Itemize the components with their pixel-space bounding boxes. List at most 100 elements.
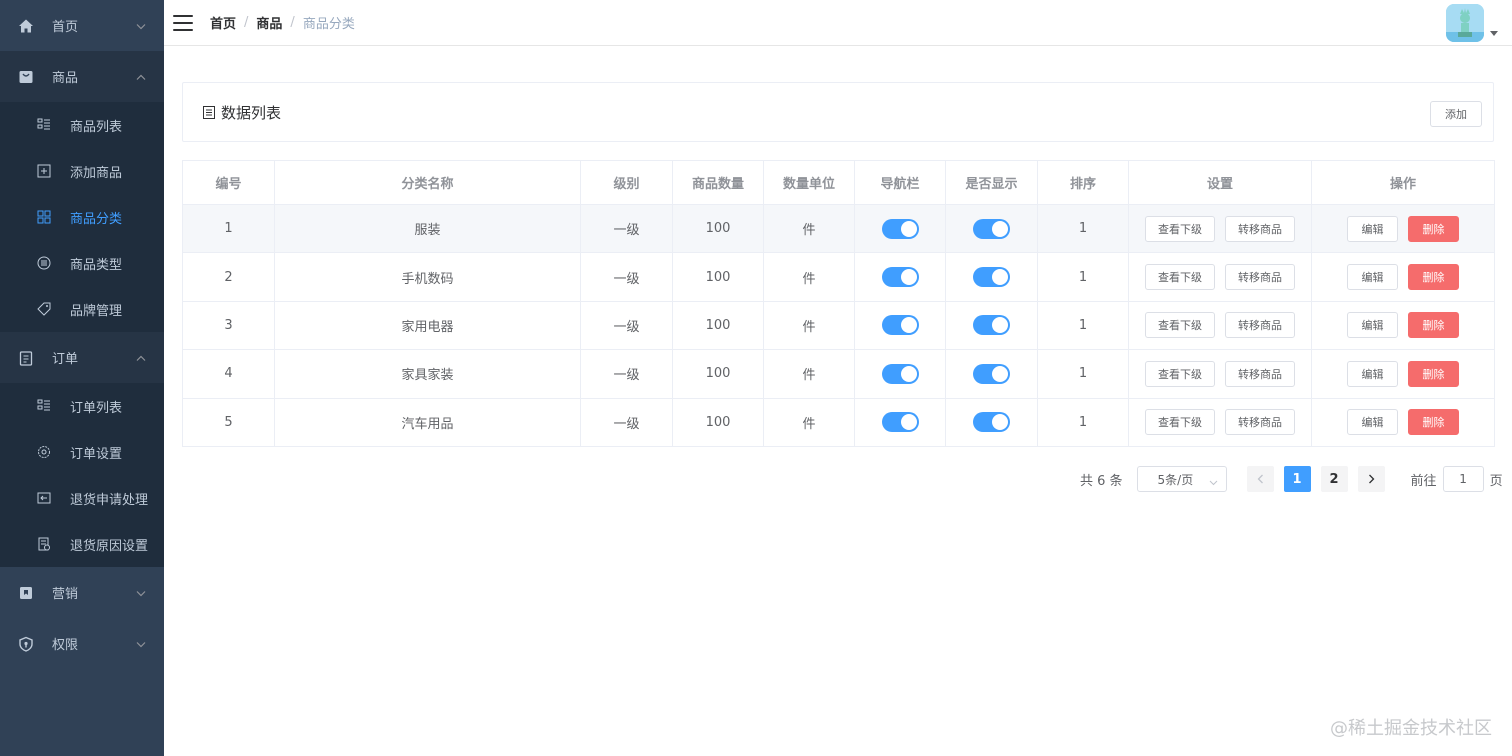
- cell-count: 100: [672, 349, 764, 399]
- sidebar-item-add-goods[interactable]: 添加商品: [0, 148, 164, 194]
- breadcrumb: 首页 / 商品 / 商品分类: [210, 13, 355, 32]
- transfer-goods-button[interactable]: 转移商品: [1225, 264, 1295, 291]
- cell-level: 一级: [580, 300, 673, 351]
- page-size-value: 5条/页: [1157, 472, 1194, 487]
- menu-order-label: 订单: [52, 352, 79, 367]
- cell-unit: 件: [763, 349, 855, 399]
- delete-button[interactable]: 删除: [1408, 264, 1459, 291]
- home-icon: [18, 18, 34, 34]
- prev-page-button[interactable]: [1246, 466, 1274, 492]
- nav-switch[interactable]: [881, 315, 919, 336]
- table-row: 5 汽车用品 一级 100 件 1 查看下级 转移商品 编辑 删除: [182, 397, 1495, 447]
- nav-switch[interactable]: [881, 412, 919, 433]
- document-icon: [36, 536, 52, 552]
- pagination-total: 共 6 条: [1080, 473, 1123, 489]
- sidebar-item-order-list[interactable]: 订单列表: [0, 383, 164, 429]
- goto-page-input[interactable]: [1442, 466, 1484, 492]
- sidebar: 首页 商品 商品列表 添加商品 商品分类 商品类型 品牌管理 订单 订单列表 订…: [0, 0, 164, 756]
- sidebar-item-return-reason[interactable]: 退货原因设置: [0, 521, 164, 567]
- cell-unit: 件: [763, 397, 855, 447]
- transfer-goods-button[interactable]: 转移商品: [1225, 215, 1295, 242]
- page-1-button[interactable]: 1: [1283, 466, 1311, 492]
- nav-switch[interactable]: [881, 267, 919, 288]
- delete-button[interactable]: 删除: [1408, 215, 1459, 242]
- chevron-down-icon: [136, 636, 146, 651]
- user-menu[interactable]: [1446, 4, 1498, 42]
- transfer-goods-button[interactable]: 转移商品: [1225, 409, 1295, 436]
- sidebar-item-label: 商品类型: [70, 257, 123, 273]
- column-header: 导航栏: [854, 160, 946, 205]
- menu-permission-label: 权限: [52, 638, 79, 653]
- cell-unit: 件: [763, 252, 855, 302]
- sidebar-item-brand[interactable]: 品牌管理: [0, 286, 164, 332]
- edit-button[interactable]: 编辑: [1347, 360, 1398, 387]
- type-list-icon: [36, 255, 52, 271]
- sidebar-item-goods-type[interactable]: 商品类型: [0, 240, 164, 286]
- cell-id: 5: [182, 397, 275, 447]
- column-header: 排序: [1037, 160, 1129, 205]
- category-table: 编号 分类名称 级别 商品数量 数量单位 导航栏 是否显示 排序 设置 操作 1…: [182, 160, 1495, 447]
- sidebar-item-goods-category[interactable]: 商品分类: [0, 194, 164, 240]
- menu-home-label: 首页: [52, 20, 79, 35]
- nav-switch[interactable]: [881, 218, 919, 239]
- submenu-goods: 商品列表 添加商品 商品分类 商品类型 品牌管理: [0, 102, 164, 332]
- edit-button[interactable]: 编辑: [1347, 409, 1398, 436]
- delete-button[interactable]: 删除: [1408, 360, 1459, 387]
- menu-goods[interactable]: 商品: [0, 51, 164, 102]
- show-switch[interactable]: [973, 218, 1010, 239]
- cell-level: 一级: [580, 203, 673, 254]
- delete-button[interactable]: 删除: [1408, 312, 1459, 339]
- add-button[interactable]: 添加: [1430, 101, 1482, 127]
- next-page-button[interactable]: [1357, 466, 1385, 492]
- edit-button[interactable]: 编辑: [1347, 215, 1398, 242]
- menu-home[interactable]: 首页: [0, 0, 164, 51]
- view-sub-button[interactable]: 查看下级: [1145, 312, 1215, 339]
- menu-goods-label: 商品: [52, 71, 79, 86]
- sidebar-item-return-apply[interactable]: 退货申请处理: [0, 475, 164, 521]
- transfer-goods-button[interactable]: 转移商品: [1225, 312, 1295, 339]
- show-switch[interactable]: [973, 315, 1010, 336]
- sidebar-item-label: 订单设置: [70, 446, 123, 462]
- bookmark-icon: [18, 585, 34, 601]
- view-sub-button[interactable]: 查看下级: [1145, 360, 1215, 387]
- view-sub-button[interactable]: 查看下级: [1145, 215, 1215, 242]
- view-sub-button[interactable]: 查看下级: [1145, 264, 1215, 291]
- column-header: 设置: [1128, 160, 1312, 205]
- delete-button[interactable]: 删除: [1408, 409, 1459, 436]
- return-icon: [36, 490, 52, 506]
- breadcrumb-goods[interactable]: 商品: [256, 13, 282, 32]
- document-icon: [203, 105, 215, 119]
- show-switch[interactable]: [973, 412, 1010, 433]
- add-box-icon: [36, 163, 52, 179]
- edit-button[interactable]: 编辑: [1347, 264, 1398, 291]
- sidebar-item-order-settings[interactable]: 订单设置: [0, 429, 164, 475]
- hamburger-icon[interactable]: [173, 14, 193, 31]
- menu-marketing[interactable]: 营销: [0, 567, 164, 618]
- cell-id: 2: [182, 252, 275, 302]
- pagination: 共 6 条 5条/页 1 2 前往 页: [1080, 466, 1503, 492]
- nav-switch[interactable]: [881, 363, 919, 384]
- tag-icon: [36, 301, 52, 317]
- cell-sort: 1: [1037, 252, 1129, 302]
- cell-sort: 1: [1037, 397, 1129, 447]
- transfer-goods-button[interactable]: 转移商品: [1225, 360, 1295, 387]
- menu-permission[interactable]: 权限: [0, 618, 164, 669]
- cell-id: 4: [182, 349, 275, 399]
- page-2-button[interactable]: 2: [1320, 466, 1348, 492]
- sidebar-item-label: 商品分类: [70, 211, 123, 227]
- view-sub-button[interactable]: 查看下级: [1145, 409, 1215, 436]
- cell-level: 一级: [580, 252, 673, 302]
- edit-button[interactable]: 编辑: [1347, 312, 1398, 339]
- page-size-select[interactable]: 5条/页: [1136, 466, 1227, 492]
- goto-page: 前往 页: [1411, 466, 1503, 492]
- chevron-up-icon: [136, 69, 146, 84]
- breadcrumb-separator: /: [244, 15, 249, 30]
- menu-order[interactable]: 订单: [0, 332, 164, 383]
- show-switch[interactable]: [973, 363, 1010, 384]
- sidebar-item-goods-list[interactable]: 商品列表: [0, 102, 164, 148]
- cell-unit: 件: [763, 300, 855, 351]
- breadcrumb-home[interactable]: 首页: [210, 13, 236, 32]
- chevron-down-icon: [136, 585, 146, 600]
- avatar[interactable]: [1446, 4, 1484, 42]
- show-switch[interactable]: [973, 267, 1010, 288]
